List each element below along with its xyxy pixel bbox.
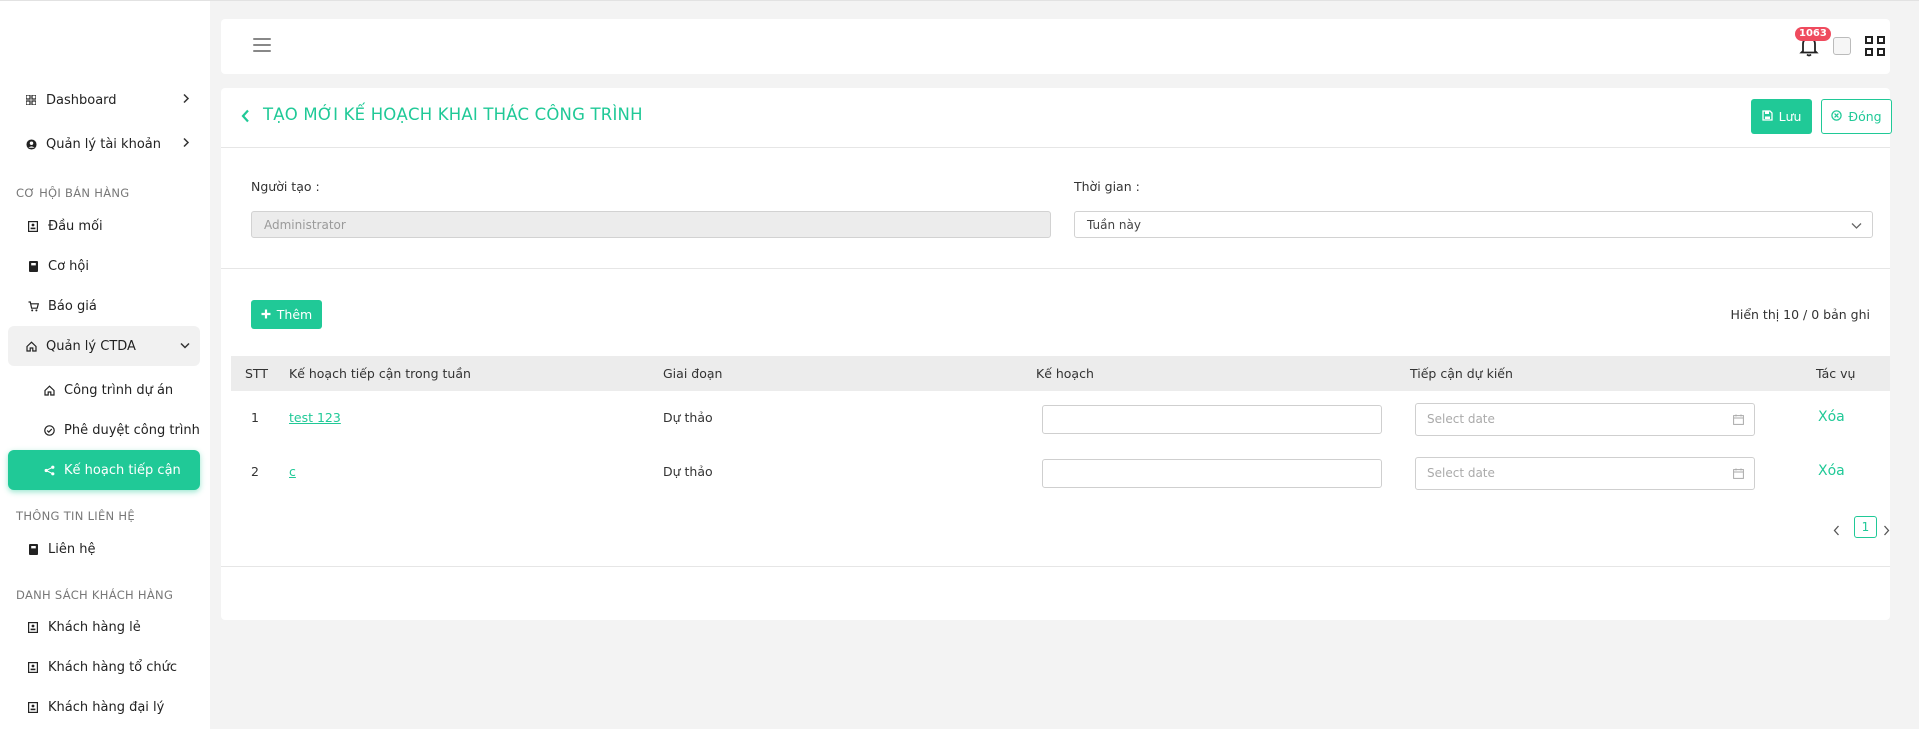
plan-input[interactable] xyxy=(1042,405,1382,434)
section-title-contact: THÔNG TIN LIÊN HỆ xyxy=(16,509,135,523)
creator-input: Administrator xyxy=(251,211,1051,238)
chevron-right-icon xyxy=(183,93,190,108)
creator-label: Người tạo : xyxy=(251,179,320,194)
contact-card-icon xyxy=(26,660,40,674)
save-button[interactable]: Lưu xyxy=(1751,99,1812,134)
sidebar-item-label: Khách hàng đại lý xyxy=(48,699,165,715)
sidebar-item-label: Công trình dự án xyxy=(64,382,174,398)
sidebar-item-cong-trinh-du-an[interactable]: Công trình dự án xyxy=(8,370,200,410)
sidebar-item-dau-moi[interactable]: Đầu mối xyxy=(8,206,200,246)
time-select-value: Tuần này xyxy=(1087,218,1141,232)
sidebar-item-account[interactable]: Quản lý tài khoản xyxy=(8,124,200,164)
row-plan-link[interactable]: c xyxy=(289,464,296,479)
time-select[interactable]: Tuần này xyxy=(1074,211,1873,238)
row-plan-link[interactable]: test 123 xyxy=(289,410,341,425)
column-header: Kế hoạch tiếp cận trong tuần xyxy=(289,366,471,381)
home-icon xyxy=(24,339,38,353)
sidebar-item-label: Quản lý CTDA xyxy=(46,338,136,354)
close-circle-icon xyxy=(1831,109,1843,124)
sidebar-item-label: Quản lý tài khoản xyxy=(46,136,161,152)
calendar-icon xyxy=(1733,468,1744,482)
row-stage: Dự thảo xyxy=(663,464,713,479)
date-placeholder: Select date xyxy=(1427,466,1495,480)
page-title: TẠO MỚI KẾ HOẠCH KHAI THÁC CÔNG TRÌNH xyxy=(263,105,643,124)
sidebar-item-label: Báo giá xyxy=(48,298,97,314)
column-header: Giai đoạn xyxy=(663,366,723,381)
delete-link[interactable]: Xóa xyxy=(1818,409,1845,425)
plus-icon xyxy=(261,307,271,322)
user-circle-icon xyxy=(24,137,38,151)
section-title-sales: CƠ HỘI BÁN HÀNG xyxy=(16,186,130,200)
sidebar-item-label: Kế hoạch tiếp cận xyxy=(64,462,181,478)
plan-input[interactable] xyxy=(1042,459,1382,488)
cart-icon xyxy=(26,299,40,313)
sidebar-item-quan-ly-ctda[interactable]: Quản lý CTDA xyxy=(8,326,200,366)
row-stt: 1 xyxy=(251,410,259,425)
sidebar-item-label: Đầu mối xyxy=(48,218,103,234)
apps-grid-icon[interactable] xyxy=(1865,36,1885,56)
chevron-down-icon xyxy=(180,339,190,354)
table-header: STT Kế hoạch tiếp cận trong tuần Giai đo… xyxy=(231,356,1890,391)
chevron-down-icon xyxy=(1851,219,1862,233)
sidebar-item-label: Phê duyệt công trình xyxy=(64,422,200,438)
chevron-left-icon[interactable] xyxy=(1833,521,1840,540)
sidebar-item-bao-gia[interactable]: Báo giá xyxy=(8,286,200,326)
contact-card-icon xyxy=(26,700,40,714)
sidebar-item-label: Liên hệ xyxy=(48,541,96,557)
date-placeholder: Select date xyxy=(1427,412,1495,426)
contact-card-icon xyxy=(26,219,40,233)
bookmark-icon xyxy=(26,259,40,273)
sidebar-item-label: Dashboard xyxy=(46,92,117,108)
sidebar-item-phe-duyet-cong-trinh[interactable]: Phê duyệt công trình xyxy=(8,410,200,450)
contact-card-icon xyxy=(26,620,40,634)
time-label: Thời gian : xyxy=(1074,179,1140,194)
grid-icon xyxy=(24,93,38,107)
row-stt: 2 xyxy=(251,464,259,479)
add-label: Thêm xyxy=(276,307,313,322)
sidebar-item-khach-hang-to-chuc[interactable]: Khách hàng tổ chức xyxy=(8,647,200,687)
close-label: Đóng xyxy=(1848,109,1882,124)
share-icon xyxy=(42,463,56,477)
sidebar-item-label: Cơ hội xyxy=(48,258,89,274)
page-number[interactable]: 1 xyxy=(1854,516,1877,538)
avatar[interactable] xyxy=(1833,37,1851,55)
main-card: TẠO MỚI KẾ HOẠCH KHAI THÁC CÔNG TRÌNH Lư… xyxy=(221,88,1892,620)
home-icon xyxy=(42,383,56,397)
column-header: Kế hoạch xyxy=(1036,366,1094,381)
chevron-right-icon xyxy=(183,137,190,152)
add-button[interactable]: Thêm xyxy=(251,300,322,329)
row-stage: Dự thảo xyxy=(663,410,713,425)
bookmark-icon xyxy=(26,542,40,556)
sidebar-item-khach-hang-le[interactable]: Khách hàng lẻ xyxy=(8,607,200,647)
record-count: Hiển thị 10 / 0 bản ghi xyxy=(1730,307,1870,322)
save-icon xyxy=(1761,109,1773,124)
date-picker[interactable]: Select date xyxy=(1415,403,1755,436)
notification-badge: 1063 xyxy=(1795,27,1831,41)
sidebar-item-label: Khách hàng tổ chức xyxy=(48,659,178,675)
section-title-customers: DANH SÁCH KHÁCH HÀNG xyxy=(16,588,174,602)
divider xyxy=(221,268,1890,269)
calendar-icon xyxy=(1733,414,1744,428)
delete-link[interactable]: Xóa xyxy=(1818,463,1845,479)
sidebar-item-co-hoi[interactable]: Cơ hội xyxy=(8,246,200,286)
sidebar-item-khach-hang-dai-ly[interactable]: Khách hàng đại lý xyxy=(8,687,200,727)
sidebar-item-dashboard[interactable]: Dashboard xyxy=(8,80,200,120)
column-header: Tiếp cận dự kiến xyxy=(1410,366,1513,381)
hamburger-menu-icon[interactable] xyxy=(253,38,271,54)
sidebar-item-lien-he[interactable]: Liên hệ xyxy=(8,529,200,569)
sidebar-item-label: Khách hàng lẻ xyxy=(48,619,141,635)
divider xyxy=(221,566,1890,567)
close-button[interactable]: Đóng xyxy=(1821,99,1892,134)
save-label: Lưu xyxy=(1778,109,1802,124)
top-bar: 1063 xyxy=(221,19,1890,74)
chevron-left-icon[interactable] xyxy=(241,108,250,127)
chevron-right-icon[interactable] xyxy=(1883,521,1890,540)
check-circle-icon xyxy=(42,423,56,437)
sidebar: Dashboard Quản lý tài khoản CƠ HỘI BÁN H… xyxy=(0,1,210,729)
column-header: Tác vụ xyxy=(1816,366,1856,381)
date-picker[interactable]: Select date xyxy=(1415,457,1755,490)
column-header: STT xyxy=(245,366,268,381)
sidebar-item-ke-hoach-tiep-can[interactable]: Kế hoạch tiếp cận xyxy=(8,450,200,490)
divider xyxy=(221,147,1890,148)
